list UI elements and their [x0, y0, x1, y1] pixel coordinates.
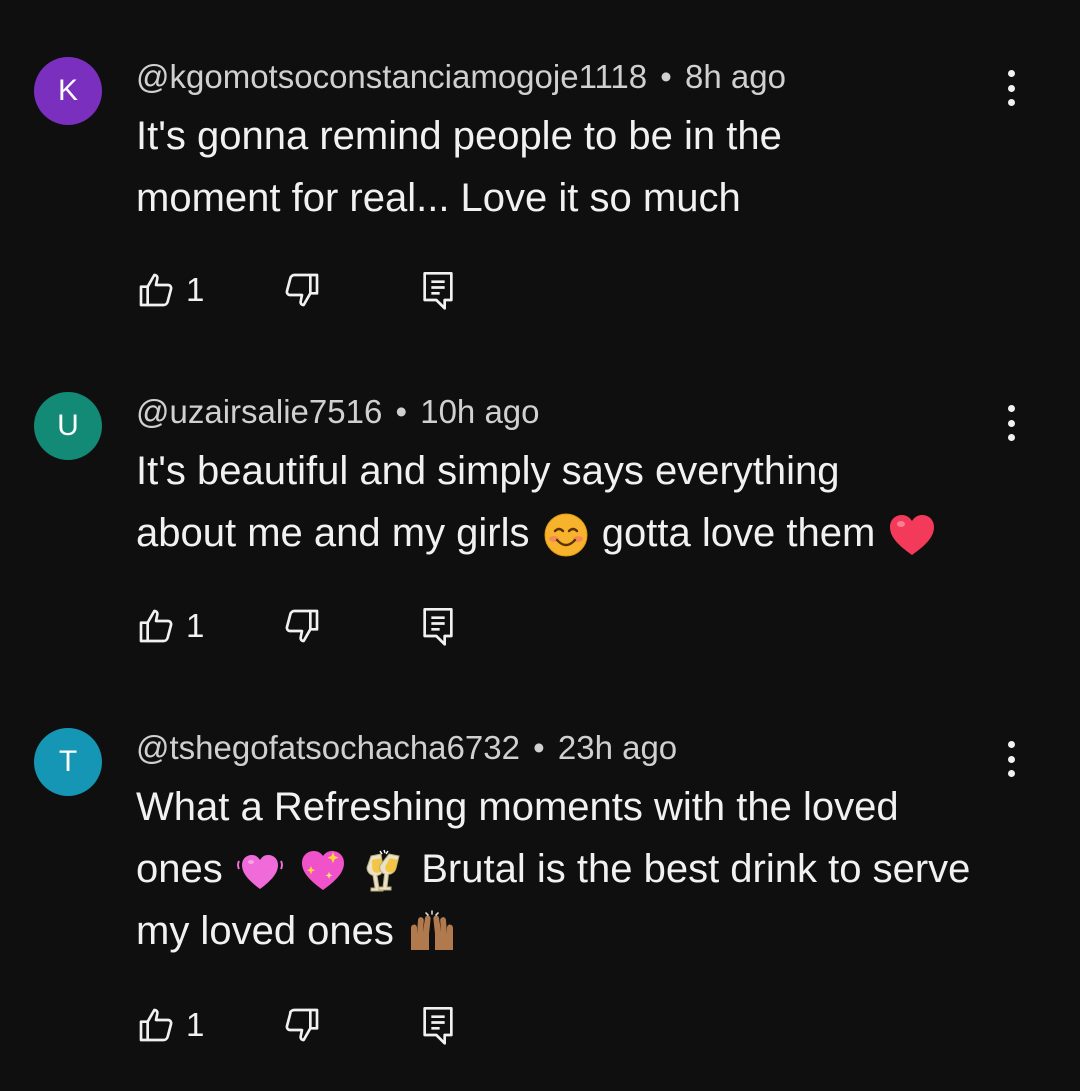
meta-separator: •	[533, 729, 545, 766]
more-options-button[interactable]	[996, 401, 1026, 445]
comment-actions: 1	[136, 268, 458, 312]
thumbs-up-icon	[139, 273, 173, 307]
comment-time: 23h ago	[557, 729, 678, 766]
beating-heart-emoji-icon	[236, 855, 283, 890]
dislike-button[interactable]	[282, 604, 322, 648]
comment-meta: @tshegofatsochacha6732 • 23h ago	[136, 728, 677, 768]
red-heart-emoji-icon	[890, 515, 935, 556]
comment-author[interactable]: @tshegofatsochacha6732	[136, 729, 520, 766]
more-vertical-icon	[1007, 741, 1015, 748]
thumbs-down-icon	[285, 273, 319, 307]
clinking-glasses-emoji-icon	[366, 850, 400, 892]
avatar-letter: T	[58, 745, 78, 778]
thumbs-down-icon	[285, 609, 319, 643]
like-count: 1	[186, 1006, 205, 1043]
reply-button[interactable]	[418, 604, 458, 648]
more-vertical-icon	[1007, 405, 1015, 412]
more-vertical-icon	[1007, 70, 1015, 77]
meta-separator: •	[395, 393, 408, 430]
comment-text: It's gonna remind people to be in the mo…	[136, 114, 782, 220]
like-button[interactable]: 1	[136, 1003, 246, 1047]
like-count: 1	[186, 271, 205, 308]
reply-icon	[423, 272, 453, 310]
comment-time: 8h ago	[685, 58, 786, 95]
avatar-letter: K	[57, 74, 78, 107]
dislike-button[interactable]	[282, 1003, 322, 1047]
smiling-face-emoji-icon	[544, 513, 588, 557]
thumbs-down-icon	[285, 1008, 319, 1042]
more-options-button[interactable]	[996, 737, 1026, 781]
reply-icon	[423, 608, 453, 646]
comment-actions: 1	[136, 1003, 458, 1047]
avatar[interactable]: U	[34, 392, 102, 460]
dislike-button[interactable]	[282, 268, 322, 312]
more-options-button[interactable]	[996, 66, 1026, 110]
like-button[interactable]: 1	[136, 268, 246, 312]
meta-separator: •	[660, 58, 672, 95]
like-count: 1	[186, 607, 205, 644]
sparkling-heart-emoji-icon	[302, 851, 344, 891]
thumbs-up-icon	[139, 609, 173, 643]
comment-author[interactable]: @kgomotsoconstanciamogoje1118	[136, 58, 647, 95]
comment-text: It's beautiful and simply says everythin…	[136, 440, 1016, 564]
avatar[interactable]: K	[34, 57, 102, 125]
avatar-letter: U	[57, 409, 79, 442]
raising-hands-emoji-icon	[411, 910, 454, 951]
comment-text: What a Refreshing moments with the loved…	[136, 776, 1016, 962]
comment-author[interactable]: @uzairsalie7516	[136, 393, 382, 430]
comment-meta: @uzairsalie7516 • 10h ago	[136, 392, 540, 432]
comment-meta: @kgomotsoconstanciamogoje1118 • 8h ago	[136, 57, 786, 97]
reply-button[interactable]	[418, 268, 458, 312]
like-button[interactable]: 1	[136, 604, 246, 648]
thumbs-up-icon	[139, 1008, 173, 1042]
avatar[interactable]: T	[34, 728, 102, 796]
comment-time: 10h ago	[420, 393, 540, 430]
reply-button[interactable]	[418, 1003, 458, 1047]
comment-actions: 1	[136, 604, 458, 648]
reply-icon	[423, 1007, 453, 1045]
